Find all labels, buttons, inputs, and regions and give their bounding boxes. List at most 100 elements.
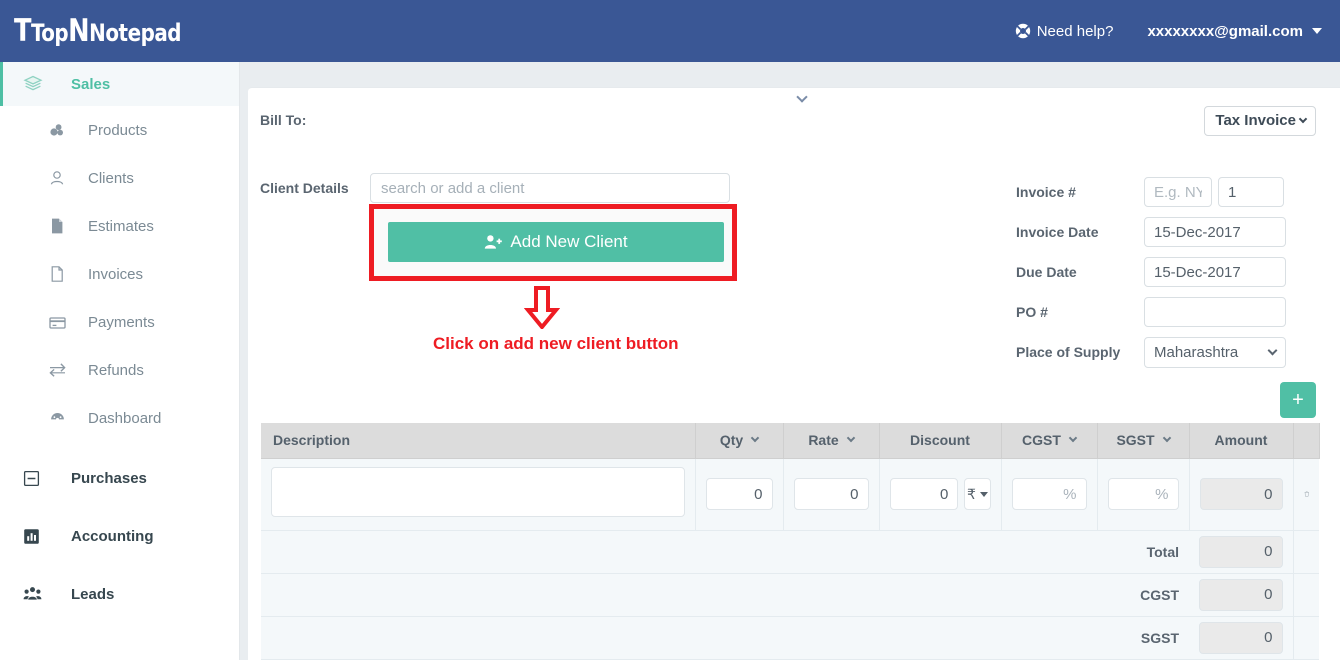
total-actions xyxy=(1293,530,1319,574)
sgst-total-value-cell xyxy=(1189,616,1294,660)
discount-group: ₹ xyxy=(889,478,991,510)
cell-rate xyxy=(783,458,880,531)
file-filled-icon xyxy=(48,217,72,235)
invoice-number-label: Invoice # xyxy=(1016,184,1076,200)
bill-to-label: Bill To: xyxy=(260,112,307,128)
sidebar-group-purchases-label: Purchases xyxy=(71,469,147,487)
chevron-down-icon xyxy=(1068,434,1078,443)
minus-square-icon xyxy=(23,470,49,487)
exchange-icon xyxy=(48,361,72,380)
sidebar-item-clients[interactable]: Clients xyxy=(0,154,239,202)
sidebar-group-purchases[interactable]: Purchases xyxy=(0,456,239,500)
due-date-input[interactable] xyxy=(1144,257,1286,287)
qty-input[interactable] xyxy=(705,478,773,510)
add-client-highlight-box: Add New Client xyxy=(369,204,737,281)
cell-qty xyxy=(695,458,784,531)
cgst-total-actions xyxy=(1293,573,1319,617)
sidebar-item-dashboard-label: Dashboard xyxy=(88,409,162,427)
add-line-item-button[interactable]: + xyxy=(1280,382,1316,418)
place-of-supply-label: Place of Supply xyxy=(1016,344,1121,360)
discount-input[interactable] xyxy=(889,478,959,510)
sidebar-group-leads[interactable]: Leads xyxy=(0,572,239,616)
app-logo[interactable]: TTopNNotepad xyxy=(14,13,182,49)
sgst-total-label: SGST xyxy=(1097,616,1189,660)
sidebar-item-payments-label: Payments xyxy=(88,313,155,331)
form-row-invoice-number: Invoice # xyxy=(1016,172,1316,212)
rupee-icon: ₹ xyxy=(966,485,976,502)
app-header: TTopNNotepad Need help? xxxxxxxx@gmail.c… xyxy=(0,0,1340,62)
invoice-app: TTopNNotepad Need help? xxxxxxxx@gmail.c… xyxy=(0,0,1340,660)
form-row-due-date: Due Date xyxy=(1016,252,1316,292)
table-row: ₹ xyxy=(261,458,1319,531)
table-row-total: Total xyxy=(261,530,1319,574)
invoice-form-card: Bill To: Tax Invoice Client Details Add … xyxy=(248,87,1340,660)
need-help-label: Need help? xyxy=(1036,22,1114,40)
sidebar-item-refunds-label: Refunds xyxy=(88,361,144,379)
due-date-label: Due Date xyxy=(1016,264,1077,280)
sidebar-group-accounting-label: Accounting xyxy=(71,527,154,545)
sgst-total-actions xyxy=(1293,616,1319,660)
cubes-icon xyxy=(48,121,72,139)
chevron-down-icon xyxy=(1298,114,1308,123)
caret-down-icon xyxy=(979,491,988,497)
form-row-po-number: PO # xyxy=(1016,292,1316,332)
column-header-actions xyxy=(1293,423,1320,459)
collapse-toggle[interactable] xyxy=(794,90,810,104)
sidebar-item-invoices[interactable]: Invoices xyxy=(0,250,239,298)
po-number-input[interactable] xyxy=(1144,297,1286,327)
column-header-qty-label: Qty xyxy=(719,432,744,449)
users-group-icon xyxy=(23,585,49,603)
chevron-down-icon xyxy=(1162,434,1171,443)
place-of-supply-select[interactable]: Maharashtra xyxy=(1144,336,1286,368)
need-help-button[interactable]: Need help? xyxy=(1015,22,1114,40)
column-header-cgst[interactable]: CGST xyxy=(1001,423,1098,459)
column-header-description: Description xyxy=(261,423,696,459)
chevron-down-icon xyxy=(750,434,760,443)
invoice-prefix-input[interactable] xyxy=(1144,177,1212,207)
sidebar-item-payments[interactable]: Payments xyxy=(0,298,239,346)
sidebar-group-accounting[interactable]: Accounting xyxy=(0,514,239,558)
rate-input[interactable] xyxy=(793,478,869,510)
add-new-client-label: Add New Client xyxy=(510,232,628,251)
invoice-date-input[interactable] xyxy=(1144,217,1286,247)
chevron-down-icon xyxy=(846,434,855,443)
description-input[interactable] xyxy=(271,466,685,517)
column-header-qty[interactable]: Qty xyxy=(695,423,784,459)
client-search-input[interactable] xyxy=(370,173,730,203)
cgst-total-value-cell xyxy=(1189,573,1294,617)
logo-note-text: Notepad xyxy=(89,19,182,47)
user-menu-button[interactable]: xxxxxxxx@gmail.com xyxy=(1147,23,1322,40)
discount-currency-dropdown[interactable]: ₹ xyxy=(964,478,991,510)
column-header-sgst-label: SGST xyxy=(1116,432,1155,449)
plus-icon: + xyxy=(1292,389,1304,411)
column-header-discount-label: Discount xyxy=(910,432,970,449)
place-of-supply-select-wrap: Maharashtra xyxy=(1144,336,1286,368)
po-number-label: PO # xyxy=(1016,304,1048,320)
sgst-input[interactable] xyxy=(1107,478,1179,510)
document-type-dropdown[interactable]: Tax Invoice xyxy=(1204,106,1316,136)
sidebar-item-estimates-label: Estimates xyxy=(88,217,154,235)
credit-card-icon xyxy=(48,313,72,332)
total-spacer xyxy=(261,530,1097,574)
user-email-label: xxxxxxxx@gmail.com xyxy=(1147,22,1303,40)
form-row-invoice-date: Invoice Date xyxy=(1016,212,1316,252)
cgst-input[interactable] xyxy=(1011,478,1087,510)
invoice-date-label: Invoice Date xyxy=(1016,224,1099,240)
column-header-sgst[interactable]: SGST xyxy=(1097,423,1190,459)
annotation-text: Click on add new client button xyxy=(433,334,679,353)
sidebar-item-refunds[interactable]: Refunds xyxy=(0,346,239,394)
add-new-client-button[interactable]: Add New Client xyxy=(388,222,724,262)
invoice-meta-form: Invoice # Invoice Date Due Date PO # Pla… xyxy=(1016,172,1316,372)
total-value-input xyxy=(1199,535,1283,568)
chevron-down-icon xyxy=(1312,28,1322,34)
sgst-total-input xyxy=(1199,621,1283,654)
trash-icon[interactable] xyxy=(1304,486,1310,502)
sidebar-item-dashboard[interactable]: Dashboard xyxy=(0,394,239,442)
sidebar-item-estimates[interactable]: Estimates xyxy=(0,202,239,250)
amount-input xyxy=(1199,478,1283,510)
invoice-number-input[interactable] xyxy=(1218,177,1284,207)
sidebar-item-products[interactable]: Products xyxy=(0,106,239,154)
sidebar-group-sales[interactable]: Sales xyxy=(0,62,239,106)
column-header-rate[interactable]: Rate xyxy=(783,423,880,459)
